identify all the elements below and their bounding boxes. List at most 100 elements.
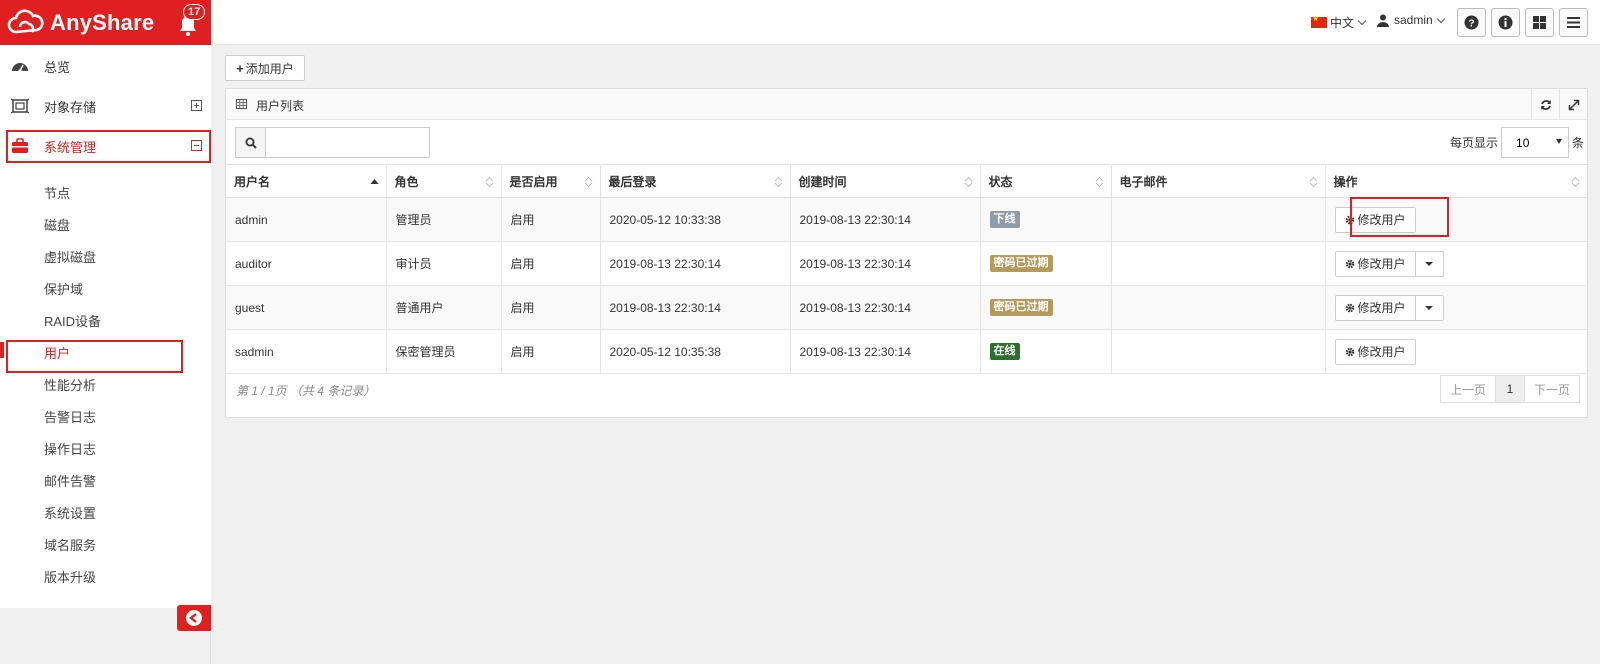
- edit-user-button[interactable]: 修改用户: [1334, 294, 1416, 321]
- sidebar-subitem-upgrade[interactable]: 版本升级: [0, 560, 211, 592]
- sidebar-subitem-nodes[interactable]: 节点: [0, 176, 211, 208]
- cell-last-login: 2020-05-12 10:33:38: [600, 197, 791, 242]
- grid-icon: [1533, 16, 1546, 29]
- sidebar-item-overview[interactable]: 总览: [0, 46, 211, 86]
- refresh-button[interactable]: [1531, 89, 1559, 120]
- table-header-row: 用户名 角色 是否启用 最后登录 创建时间 状态 电子邮件 操作: [226, 164, 1587, 198]
- pagination-info: 第 1 / 1页 （共 4 条记录）: [236, 384, 376, 398]
- sidebar-subitem-disks[interactable]: 磁盘: [0, 208, 211, 240]
- info-icon: [1498, 15, 1513, 30]
- cell-status: 密码已过期: [980, 241, 1112, 286]
- dashboard-layout-button[interactable]: [1525, 8, 1554, 37]
- more-actions-dropdown[interactable]: [1415, 294, 1444, 321]
- sidebar-subitem-system-settings[interactable]: 系统设置: [0, 496, 211, 528]
- page-number-current[interactable]: 1: [1496, 375, 1524, 403]
- sort-asc-icon: [370, 179, 378, 184]
- edit-user-button-group: 修改用户: [1334, 294, 1444, 321]
- info-button[interactable]: [1491, 8, 1520, 37]
- chevron-down-icon: [1436, 14, 1445, 23]
- user-table: 用户名 角色 是否启用 最后登录 创建时间 状态 电子邮件 操作 admin 管…: [226, 164, 1587, 374]
- cell-actions: 修改用户: [1325, 197, 1587, 242]
- sidebar-subitem-dns[interactable]: 域名服务: [0, 528, 211, 560]
- expand-icon: [1568, 99, 1579, 110]
- prev-page-button[interactable]: 上一页: [1440, 375, 1496, 403]
- column-header-status[interactable]: 状态: [980, 164, 1112, 198]
- status-badge: 在线: [989, 343, 1020, 360]
- highlight-box: [6, 130, 211, 163]
- sidebar-subitem-protection-domain[interactable]: 保护域: [0, 272, 211, 304]
- collapse-sidebar-button[interactable]: [177, 605, 211, 631]
- search-icon: [245, 137, 257, 149]
- edit-user-button[interactable]: 修改用户: [1334, 338, 1416, 365]
- expand-plus-icon[interactable]: [191, 100, 202, 111]
- search-box: [235, 127, 430, 158]
- cell-role: 普通用户: [386, 285, 502, 330]
- table-row: sadmin 保密管理员 启用 2020-05-12 10:35:38 2019…: [226, 329, 1587, 374]
- help-icon: ?: [1464, 15, 1479, 30]
- sidebar-subitem-alert-log[interactable]: 告警日志: [0, 400, 211, 432]
- sidebar-item-object-storage[interactable]: 对象存储: [0, 86, 211, 126]
- top-bar: 中文 sadmin ?: [211, 0, 1600, 45]
- sort-icon: [584, 176, 592, 188]
- dashboard-icon: [12, 63, 28, 73]
- column-header-last-login[interactable]: 最后登录: [600, 164, 791, 198]
- panel-header: 用户列表: [226, 89, 1587, 120]
- column-header-email[interactable]: 电子邮件: [1111, 164, 1326, 198]
- username-label: sadmin: [1394, 13, 1433, 27]
- brand-name: AnyShare: [50, 9, 155, 35]
- cell-actions: 修改用户: [1325, 285, 1587, 330]
- next-page-button[interactable]: 下一页: [1524, 375, 1580, 403]
- sidebar-item-label: 对象存储: [44, 99, 97, 115]
- plus-icon: +: [236, 60, 244, 76]
- column-header-role[interactable]: 角色: [386, 164, 502, 198]
- active-marker: [0, 342, 4, 358]
- sidebar-subitem-virtual-disks[interactable]: 虚拟磁盘: [0, 240, 211, 272]
- caret-down-icon: [1425, 305, 1434, 310]
- edit-user-button[interactable]: 修改用户: [1334, 250, 1416, 277]
- fullscreen-button[interactable]: [1559, 89, 1587, 120]
- edit-user-label: 修改用户: [1357, 345, 1406, 359]
- cell-last-login: 2019-08-13 22:30:14: [600, 241, 791, 286]
- cell-username: sadmin: [226, 329, 387, 374]
- cell-email: [1111, 197, 1326, 242]
- column-header-username[interactable]: 用户名: [226, 164, 387, 198]
- search-input[interactable]: [267, 128, 429, 157]
- column-header-enabled[interactable]: 是否启用: [501, 164, 601, 198]
- help-button[interactable]: ?: [1457, 8, 1486, 37]
- cell-enabled: 启用: [501, 241, 601, 286]
- edit-user-button-group: 修改用户: [1334, 250, 1444, 277]
- cell-enabled: 启用: [501, 329, 601, 374]
- arrow-left-circle-icon: [186, 610, 202, 626]
- add-user-label: 添加用户: [245, 61, 294, 76]
- column-header-created[interactable]: 创建时间: [790, 164, 981, 198]
- sidebar-subitem-raid[interactable]: RAID设备: [0, 304, 211, 336]
- sidebar-subitem-email-alert[interactable]: 邮件告警: [0, 464, 211, 496]
- sort-icon: [1095, 176, 1103, 188]
- cell-role: 保密管理员: [386, 329, 502, 374]
- user-icon: [1377, 14, 1389, 27]
- sort-icon: [774, 176, 782, 188]
- cell-actions: 修改用户: [1325, 329, 1587, 374]
- more-actions-dropdown[interactable]: [1415, 250, 1444, 277]
- refresh-icon: [1540, 99, 1551, 110]
- status-badge: 密码已过期: [989, 255, 1053, 272]
- cell-created: 2019-08-13 22:30:14: [790, 241, 981, 286]
- user-menu[interactable]: sadmin: [1377, 13, 1445, 27]
- menu-button[interactable]: [1559, 8, 1588, 37]
- cloud-logo-icon: [7, 9, 44, 33]
- per-page-select[interactable]: 10: [1501, 127, 1570, 158]
- cell-created: 2019-08-13 22:30:14: [790, 285, 981, 330]
- china-flag-icon: [1311, 14, 1327, 28]
- per-page-suffix: 条: [1572, 136, 1585, 150]
- per-page-prefix: 每页显示: [1450, 136, 1499, 150]
- sidebar-subitem-operation-log[interactable]: 操作日志: [0, 432, 211, 464]
- caret-down-icon: [1425, 261, 1434, 266]
- language-selector[interactable]: 中文: [1311, 14, 1367, 31]
- notification-badge: 17: [183, 4, 206, 20]
- cell-email: [1111, 241, 1326, 286]
- add-user-button[interactable]: + 添加用户: [225, 55, 305, 81]
- edit-user-button[interactable]: 修改用户: [1334, 206, 1416, 233]
- column-header-actions[interactable]: 操作: [1325, 164, 1587, 198]
- cell-last-login: 2019-08-13 22:30:14: [600, 285, 791, 330]
- per-page-control: 每页显示 10 条: [1450, 127, 1584, 158]
